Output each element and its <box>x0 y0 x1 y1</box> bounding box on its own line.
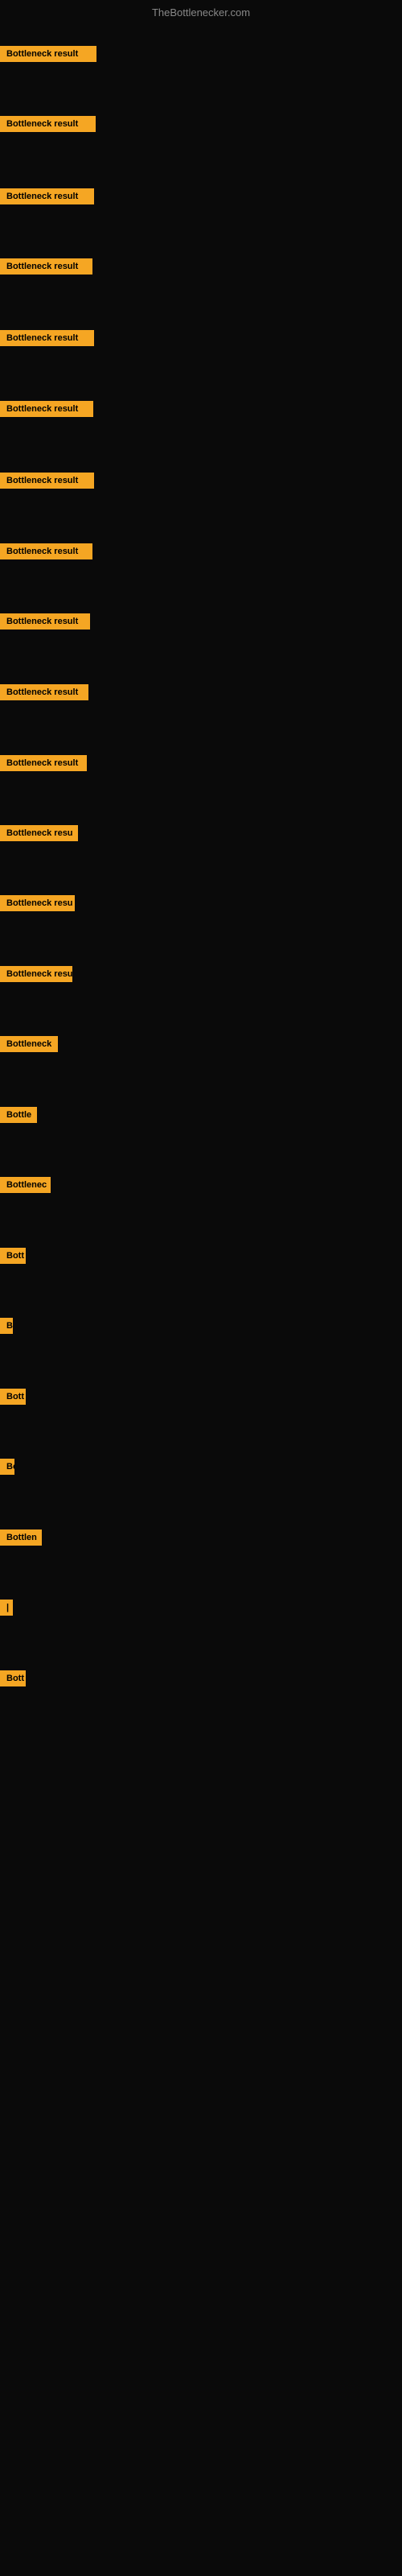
bottleneck-item: Bottleneck result <box>0 116 96 136</box>
bottleneck-badge: Bottleneck result <box>0 473 94 489</box>
bottleneck-badge: Bottleneck resu <box>0 966 72 982</box>
bottleneck-badge: Bo <box>0 1459 14 1475</box>
bottleneck-badge: Bottleneck result <box>0 755 87 771</box>
site-header: TheBottlenecker.com <box>0 0 402 22</box>
bottleneck-item: Bottleneck result <box>0 401 93 421</box>
bottleneck-badge: Bottleneck result <box>0 188 94 204</box>
bottleneck-badge: Bottleneck result <box>0 46 96 62</box>
bottleneck-item: Bottle <box>0 1107 37 1127</box>
bottleneck-badge: Bottlen <box>0 1530 42 1546</box>
bottleneck-item: Bottleneck result <box>0 473 94 493</box>
bottleneck-item: Bottlenec <box>0 1177 51 1197</box>
bottleneck-badge: Bott <box>0 1389 26 1405</box>
bottleneck-item: Bottleneck resu <box>0 895 75 915</box>
bottleneck-badge: Bottleneck result <box>0 258 92 275</box>
bottleneck-badge: Bottleneck result <box>0 330 94 346</box>
bottleneck-item: Bottleneck resu <box>0 966 72 986</box>
bottleneck-item: B <box>0 1318 13 1338</box>
bottleneck-badge: Bott <box>0 1670 26 1686</box>
bottleneck-item: Bottleneck <box>0 1036 58 1056</box>
bottleneck-item: Bottleneck result <box>0 46 96 66</box>
bottleneck-badge: B <box>0 1318 13 1334</box>
bottleneck-badge: Bottleneck resu <box>0 825 78 841</box>
bottleneck-badge: | <box>0 1600 13 1616</box>
bottleneck-badge: Bottleneck resu <box>0 895 75 911</box>
bottleneck-badge: Bottleneck result <box>0 401 93 417</box>
bottleneck-item: Bottleneck result <box>0 188 94 208</box>
site-title: TheBottlenecker.com <box>0 0 402 22</box>
bottleneck-badge: Bott <box>0 1248 26 1264</box>
bottleneck-badge: Bottleneck <box>0 1036 58 1052</box>
bottleneck-item: | <box>0 1600 13 1620</box>
bottleneck-item: Bott <box>0 1389 26 1409</box>
bottleneck-item: Bottleneck result <box>0 613 90 634</box>
bottleneck-badge: Bottlenec <box>0 1177 51 1193</box>
bottleneck-item: Bottleneck result <box>0 258 92 279</box>
bottleneck-badge: Bottleneck result <box>0 613 90 630</box>
bottleneck-item: Bottlen <box>0 1530 42 1550</box>
bottleneck-item: Bottleneck result <box>0 755 87 775</box>
bottleneck-item: Bottleneck result <box>0 684 88 704</box>
bottleneck-item: Bott <box>0 1670 26 1690</box>
bottleneck-item: Bott <box>0 1248 26 1268</box>
bottleneck-badge: Bottle <box>0 1107 37 1123</box>
bottleneck-badge: Bottleneck result <box>0 684 88 700</box>
bottleneck-item: Bottleneck resu <box>0 825 78 845</box>
bottleneck-badge: Bottleneck result <box>0 543 92 559</box>
bottleneck-badge: Bottleneck result <box>0 116 96 132</box>
bottleneck-item: Bo <box>0 1459 14 1479</box>
bottleneck-item: Bottleneck result <box>0 330 94 350</box>
bottleneck-item: Bottleneck result <box>0 543 92 564</box>
